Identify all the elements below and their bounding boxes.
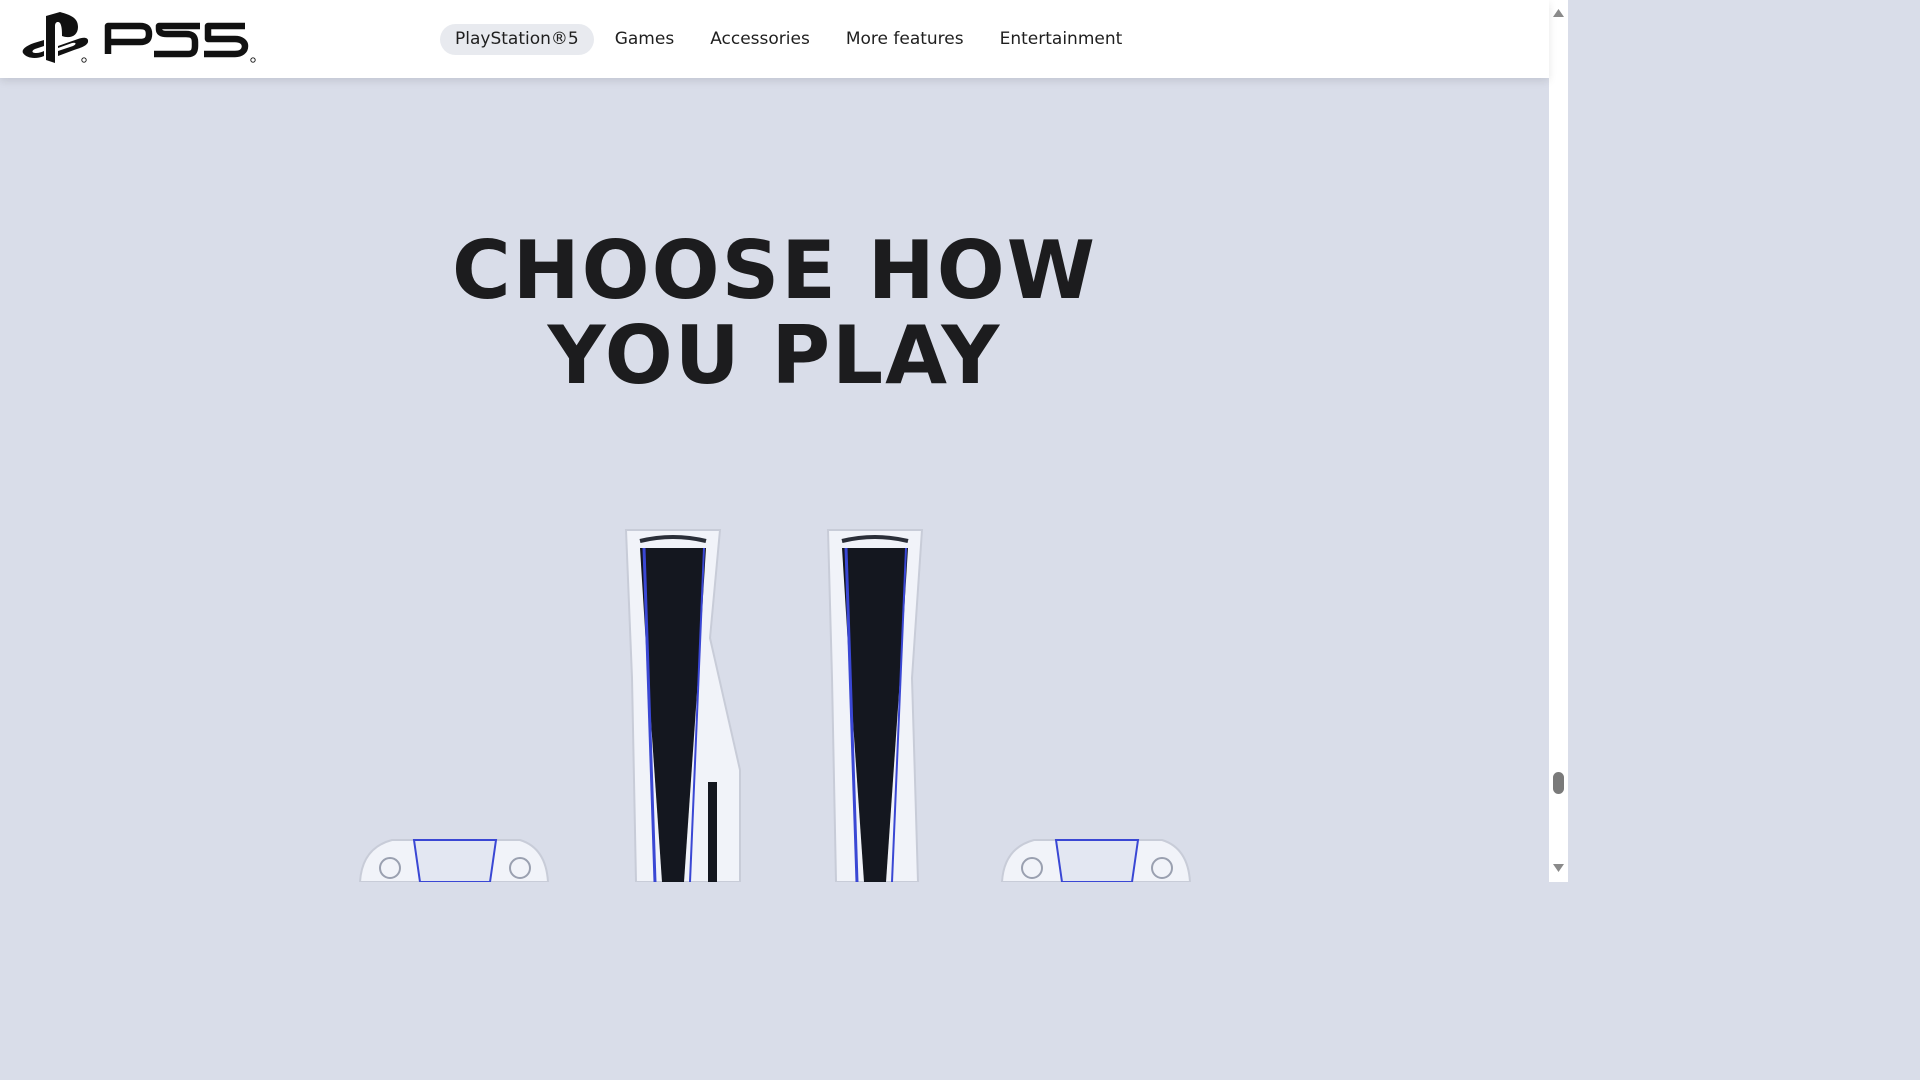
nav-item-games[interactable]: Games	[600, 24, 689, 55]
hero-section: CHOOSE HOW YOU PLAY	[0, 78, 1549, 882]
main-nav: PlayStation®5 Games Accessories More fea…	[440, 24, 1143, 55]
top-navigation: PlayStation®5 Games Accessories More fea…	[0, 0, 1549, 78]
nav-item-playstation5[interactable]: PlayStation®5	[440, 24, 594, 55]
ps5-console-digital-image	[826, 529, 924, 882]
nav-item-accessories[interactable]: Accessories	[695, 24, 825, 55]
ps5-logo[interactable]	[22, 12, 258, 68]
vertical-scrollbar[interactable]	[1549, 0, 1568, 882]
dualsense-controller-left-image	[358, 839, 550, 882]
scroll-up-icon[interactable]	[1552, 6, 1565, 19]
nav-item-more-features[interactable]: More features	[831, 24, 979, 55]
dualsense-controller-right-image	[1000, 839, 1192, 882]
playstation-logo-icon	[22, 12, 89, 63]
nav-item-entertainment[interactable]: Entertainment	[985, 24, 1138, 55]
scroll-down-icon[interactable]	[1552, 862, 1565, 875]
ps5-wordmark	[104, 22, 249, 58]
product-image	[358, 529, 1192, 882]
ps5-console-disc-image	[624, 529, 741, 882]
scrollbar-thumb[interactable]	[1553, 772, 1564, 794]
